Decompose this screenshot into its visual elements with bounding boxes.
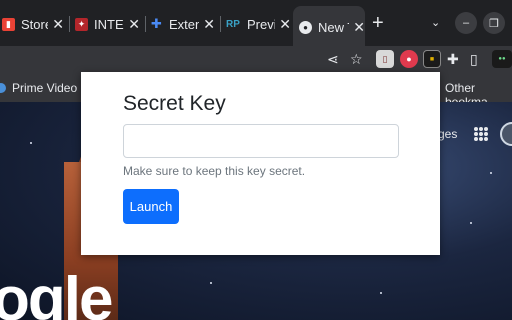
tab-new-tab[interactable]: ● New T ✕: [293, 6, 365, 46]
star: [470, 222, 472, 224]
minimize-icon[interactable]: –: [455, 12, 477, 34]
profile-icon[interactable]: ●●: [492, 50, 512, 68]
sidepanel-icon[interactable]: ▯: [470, 51, 478, 67]
tab-title: New T: [318, 20, 349, 35]
tab-preview[interactable]: RP Previe ✕: [225, 9, 291, 39]
launch-button[interactable]: Launch: [123, 189, 179, 224]
secret-key-input[interactable]: [123, 124, 399, 158]
new-tab-button[interactable]: +: [372, 13, 384, 33]
tab-title: Store: [21, 16, 48, 32]
images-link[interactable]: ges: [438, 127, 457, 141]
tab-inten[interactable]: ✦ INTEN ✕: [75, 9, 140, 39]
extension-icon[interactable]: ■: [423, 50, 441, 68]
puzzle-icon: ✚: [151, 16, 162, 31]
avatar[interactable]: [500, 122, 512, 146]
bookmark-label: Prime Video: [12, 81, 78, 95]
close-icon[interactable]: ✕: [203, 16, 215, 33]
extension-icon[interactable]: ●: [400, 50, 418, 68]
shield-icon: ✦: [75, 17, 88, 31]
star: [490, 172, 492, 174]
tab-separator: [220, 16, 221, 32]
bookmark-favicon-icon: [0, 83, 6, 93]
tab-separator: [69, 16, 70, 32]
tab-extensions[interactable]: ✚ Extens ✕: [150, 9, 215, 39]
tab-separator: [145, 16, 146, 32]
close-icon[interactable]: ✕: [128, 16, 140, 33]
secret-key-popup: Secret Key Make sure to keep this key se…: [81, 72, 440, 255]
browser-toolbar: ⋖ ☆ ▯ ● ■ ✚ ▯ ●●: [0, 46, 512, 74]
star: [380, 292, 382, 294]
puzzle-icon[interactable]: ✚: [447, 51, 459, 67]
store-favicon-icon: ▮: [2, 17, 15, 31]
share-icon[interactable]: ⋖: [327, 51, 339, 67]
help-text: Make sure to keep this key secret.: [123, 164, 306, 178]
star: [210, 282, 212, 284]
close-icon[interactable]: ✕: [52, 16, 64, 33]
popup-title: Secret Key: [123, 92, 226, 115]
rp-icon: RP: [226, 18, 240, 30]
extension-icon[interactable]: ▯: [376, 50, 394, 68]
star-icon[interactable]: ☆: [350, 51, 363, 67]
apps-grid-icon[interactable]: [474, 127, 488, 141]
tab-title: Previe: [247, 16, 275, 32]
tab-title: INTEN: [94, 16, 124, 32]
star: [30, 142, 32, 144]
restore-icon[interactable]: ❐: [483, 12, 505, 34]
chevron-down-icon[interactable]: ⌄: [431, 16, 440, 29]
tab-title: Extens: [169, 16, 200, 32]
tab-strip: ▮ Store ✕ ✦ INTEN ✕ ✚ Extens ✕ RP Previe…: [0, 0, 512, 46]
chrome-icon: ●: [299, 21, 312, 34]
close-icon[interactable]: ✕: [279, 16, 291, 33]
close-icon[interactable]: ✕: [353, 19, 365, 36]
tab-store[interactable]: ▮ Store ✕: [2, 9, 64, 39]
google-logo: ogle: [0, 265, 113, 320]
bookmark-prime-video[interactable]: Prime Video: [0, 81, 77, 95]
